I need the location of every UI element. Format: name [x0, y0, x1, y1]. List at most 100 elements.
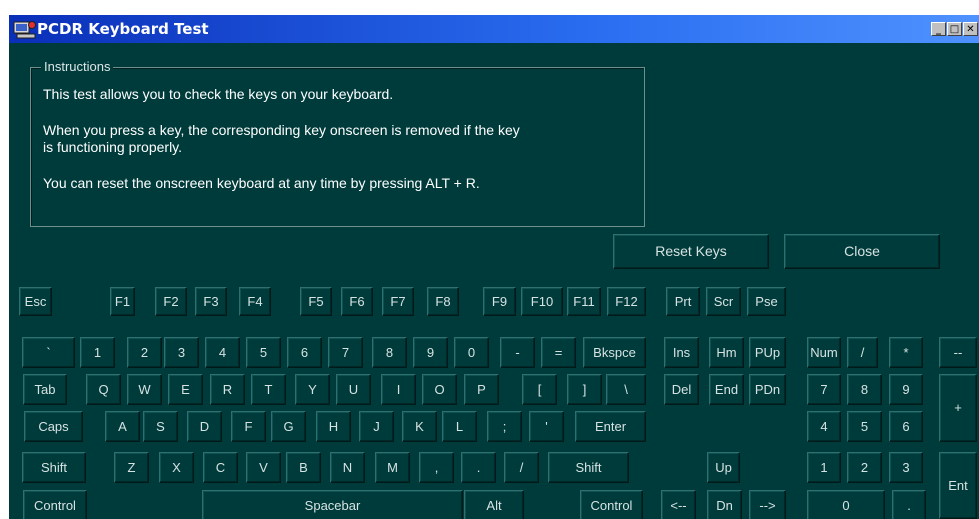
key-lshift[interactable]: Shift — [22, 452, 86, 483]
key-num[interactable]: Num — [807, 337, 841, 368]
key-f7[interactable]: F7 — [382, 287, 414, 316]
key-slash[interactable]: / — [504, 452, 539, 483]
key-pse[interactable]: Pse — [747, 287, 786, 316]
key-num-minus[interactable]: -- — [939, 337, 977, 368]
key-tab[interactable]: Tab — [23, 374, 67, 405]
key-e[interactable]: E — [168, 374, 203, 405]
key-c[interactable]: C — [203, 452, 238, 483]
reset-keys-button[interactable]: Reset Keys — [613, 234, 769, 269]
key-del[interactable]: Del — [664, 374, 699, 405]
key-dn[interactable]: Dn — [707, 490, 742, 519]
key-v[interactable]: V — [246, 452, 281, 483]
key-num1[interactable]: 1 — [807, 452, 841, 483]
key-lcontrol[interactable]: Control — [23, 490, 87, 519]
key-quote[interactable]: ' — [529, 411, 564, 442]
key-f11[interactable]: F11 — [567, 287, 601, 316]
key-f2[interactable]: F2 — [155, 287, 187, 316]
key-1[interactable]: 1 — [80, 337, 115, 368]
key-comma[interactable]: , — [419, 452, 454, 483]
key-num5[interactable]: 5 — [847, 411, 882, 442]
key-x[interactable]: X — [159, 452, 194, 483]
key-up[interactable]: Up — [707, 452, 740, 483]
key-f5[interactable]: F5 — [300, 287, 332, 316]
key-m[interactable]: M — [375, 452, 410, 483]
key-num4[interactable]: 4 — [807, 411, 841, 442]
key-period[interactable]: . — [461, 452, 496, 483]
key-i[interactable]: I — [381, 374, 416, 405]
key-t[interactable]: T — [251, 374, 286, 405]
key-left[interactable]: <-- — [661, 490, 696, 519]
key-pup[interactable]: PUp — [749, 337, 786, 368]
key-f6[interactable]: F6 — [341, 287, 373, 316]
key-f8[interactable]: F8 — [427, 287, 459, 316]
key-f1[interactable]: F1 — [110, 287, 135, 316]
key-7[interactable]: 7 — [328, 337, 363, 368]
key-backslash[interactable]: \ — [606, 374, 646, 405]
key-num6[interactable]: 6 — [889, 411, 923, 442]
key-equals[interactable]: = — [541, 337, 576, 368]
key-s[interactable]: S — [143, 411, 178, 442]
key-j[interactable]: J — [359, 411, 394, 442]
key-enter[interactable]: Enter — [575, 411, 646, 442]
key-num3[interactable]: 3 — [889, 452, 923, 483]
key-z[interactable]: Z — [114, 452, 149, 483]
key-ins[interactable]: Ins — [664, 337, 699, 368]
key-f[interactable]: F — [231, 411, 266, 442]
key-bkspce[interactable]: Bkspce — [583, 337, 646, 368]
key-num2[interactable]: 2 — [847, 452, 882, 483]
key-right[interactable]: --> — [749, 490, 786, 519]
key-spacebar[interactable]: Spacebar — [202, 490, 463, 519]
key-alt[interactable]: Alt — [464, 490, 524, 519]
key-f12[interactable]: F12 — [607, 287, 646, 316]
key-2[interactable]: 2 — [127, 337, 162, 368]
key-r[interactable]: R — [210, 374, 245, 405]
key-caps[interactable]: Caps — [24, 411, 83, 442]
key-d[interactable]: D — [187, 411, 222, 442]
key-num8[interactable]: 8 — [847, 374, 882, 405]
minimize-button[interactable]: _ — [931, 22, 946, 36]
key-num-mul[interactable]: * — [889, 337, 923, 368]
key-3[interactable]: 3 — [164, 337, 199, 368]
key-0[interactable]: 0 — [454, 337, 489, 368]
key-o[interactable]: O — [422, 374, 457, 405]
key-prt[interactable]: Prt — [666, 287, 700, 316]
key-6[interactable]: 6 — [287, 337, 322, 368]
key-esc[interactable]: Esc — [19, 287, 52, 316]
key-g[interactable]: G — [271, 411, 306, 442]
key-u[interactable]: U — [336, 374, 371, 405]
key-n[interactable]: N — [330, 452, 365, 483]
key-q[interactable]: Q — [86, 374, 121, 405]
key-hm[interactable]: Hm — [709, 337, 744, 368]
key-num9[interactable]: 9 — [889, 374, 923, 405]
key-4[interactable]: 4 — [205, 337, 240, 368]
key-b[interactable]: B — [286, 452, 321, 483]
key-9[interactable]: 9 — [413, 337, 448, 368]
key-scr[interactable]: Scr — [706, 287, 741, 316]
key-lbracket[interactable]: [ — [522, 374, 557, 405]
close-button[interactable]: Close — [784, 234, 940, 269]
key-p[interactable]: P — [464, 374, 499, 405]
key-num-dot[interactable]: . — [892, 490, 926, 519]
title-bar[interactable]: PCDR Keyboard Test _ □ ✕ — [9, 15, 979, 43]
maximize-button[interactable]: □ — [947, 22, 962, 36]
key-num0[interactable]: 0 — [807, 490, 885, 519]
key-num7[interactable]: 7 — [807, 374, 841, 405]
key-k[interactable]: K — [402, 411, 437, 442]
key-f10[interactable]: F10 — [521, 287, 563, 316]
key-end[interactable]: End — [709, 374, 744, 405]
close-window-button[interactable]: ✕ — [963, 22, 978, 36]
key-num-enter[interactable]: Ent — [939, 452, 977, 519]
key-rbracket[interactable]: ] — [567, 374, 602, 405]
key-5[interactable]: 5 — [246, 337, 281, 368]
key-a[interactable]: A — [105, 411, 140, 442]
key-f4[interactable]: F4 — [239, 287, 271, 316]
key-semicolon[interactable]: ; — [487, 411, 522, 442]
key-rcontrol[interactable]: Control — [580, 490, 643, 519]
key-y[interactable]: Y — [295, 374, 330, 405]
key-f3[interactable]: F3 — [195, 287, 227, 316]
key-minus[interactable]: - — [500, 337, 535, 368]
key-8[interactable]: 8 — [372, 337, 407, 368]
key-w[interactable]: W — [127, 374, 162, 405]
key-h[interactable]: H — [316, 411, 351, 442]
key-num-div[interactable]: / — [847, 337, 878, 368]
